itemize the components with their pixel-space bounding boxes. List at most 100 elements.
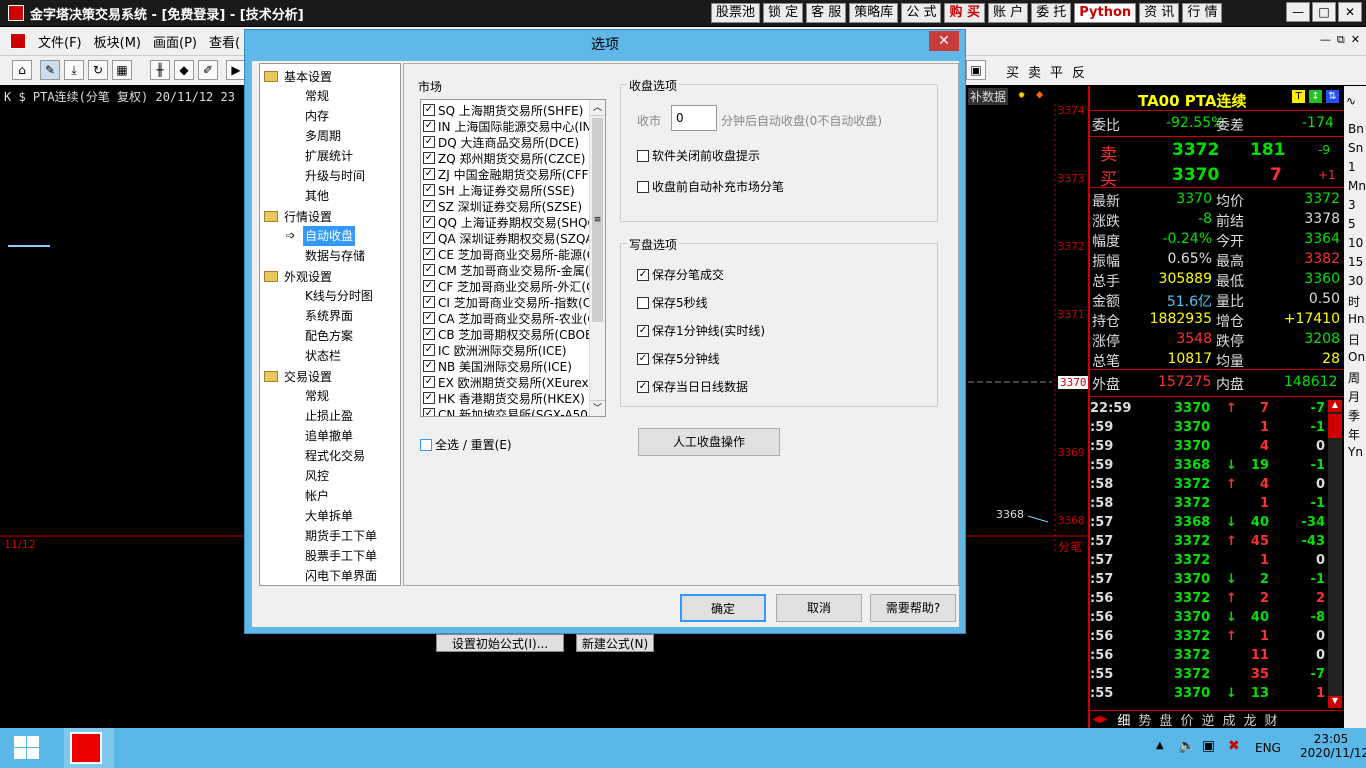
period-button[interactable]: 周 (1348, 369, 1360, 386)
tab-prev-icon[interactable]: ◀▶ (1092, 714, 1107, 725)
tree-item[interactable]: 状态栏 (305, 346, 341, 366)
period-button[interactable]: Bn (1348, 122, 1364, 136)
tree-item[interactable]: 股票手工下单 (305, 546, 377, 566)
grid-icon[interactable]: ▦ (112, 60, 132, 80)
ruler-icon[interactable]: ✎ (40, 60, 60, 80)
tree-item[interactable]: 其他 (305, 186, 329, 206)
top-button[interactable]: 账 户 (987, 3, 1029, 23)
period-button[interactable]: Yn (1348, 445, 1363, 459)
tree-item[interactable]: 帐户 (305, 486, 329, 506)
top-button[interactable]: 委 托 (1031, 3, 1072, 23)
menu-file[interactable]: 文件(F) (32, 32, 88, 51)
volume-icon[interactable]: 🔈 (1178, 738, 1195, 754)
input-language[interactable]: ENG (1255, 741, 1281, 755)
quote-tab[interactable]: 势 (1138, 710, 1151, 729)
tray-expand-icon[interactable]: ▲ (1156, 740, 1164, 751)
market-item[interactable]: ✓ QQ 上海证券期权交易(SHQQ) (423, 214, 602, 230)
tree-group[interactable]: 交易设置 (264, 366, 332, 386)
write-option-checkbox[interactable]: ✓ 保存5分钟线 (637, 350, 720, 367)
close-position-toolbar-button[interactable]: 平 (1050, 62, 1063, 81)
top-button[interactable]: 公 式 (901, 3, 942, 23)
scroll-up-icon[interactable]: ︿ (590, 100, 605, 116)
market-item[interactable]: ✓ DQ 大连商品交易所(DCE) (423, 134, 579, 150)
close-prompt-checkbox[interactable]: 软件关闭前收盘提示 (637, 147, 760, 164)
cancel-button[interactable]: 取消 (776, 594, 862, 622)
tree-item[interactable]: 自动收盘 (303, 226, 356, 246)
market-item[interactable]: ✓ CM 芝加哥商业交易所-金属(CME) (423, 262, 605, 278)
scroll-down-icon[interactable]: ﹀ (590, 400, 605, 416)
market-item[interactable]: ✓ CA 芝加哥商业交易所-农业(CME) (423, 310, 605, 326)
market-item[interactable]: ✓ IN 上海国际能源交易中心(INE) (423, 118, 604, 134)
tree-group[interactable]: 外观设置 (264, 266, 332, 286)
play-icon[interactable]: ▶ (226, 60, 246, 80)
quote-tab[interactable]: 盘 (1159, 710, 1172, 729)
top-button[interactable]: 策略库 (849, 3, 899, 23)
top-button[interactable]: Python (1074, 3, 1137, 23)
sell-row[interactable]: 卖 3372 181 -9 (1092, 139, 1342, 165)
diamond-icon[interactable]: ◆ (174, 60, 194, 80)
market-item[interactable]: ✓ ZJ 中国金融期货交易所(CFFEX) (423, 166, 605, 182)
taskbar-app-button[interactable] (64, 728, 114, 768)
reverse-toolbar-button[interactable]: 反 (1072, 62, 1085, 81)
close-minutes-input[interactable]: 0 (671, 105, 717, 131)
market-item[interactable]: ✓ CN 新加坡交易所(SGX-A50) (423, 406, 593, 416)
tree-item[interactable]: 常规 (305, 386, 329, 406)
tree-item[interactable]: 数据与存储 (305, 246, 365, 266)
market-item[interactable]: ✓ HK 香港期货交易所(HKEX) (423, 390, 585, 406)
menu-screen[interactable]: 画面(P) (147, 32, 203, 51)
alert-icon[interactable]: ◆ (1036, 87, 1043, 101)
updown-icon[interactable]: ⇅ (1326, 90, 1339, 103)
top-button[interactable]: 资 讯 (1139, 3, 1180, 23)
period-button[interactable]: On (1348, 350, 1365, 364)
flag-icon[interactable]: ✖ (1228, 738, 1240, 754)
new-formula-button[interactable]: 新建公式(N) (576, 634, 654, 652)
buy-row[interactable]: 买 3370 7 +1 (1092, 164, 1342, 190)
tree-item[interactable]: 配色方案 (305, 326, 353, 346)
market-item[interactable]: ✓ NB 美国洲际交易所(ICE) (423, 358, 572, 374)
tree-item[interactable]: 扩展统计 (305, 146, 353, 166)
write-option-checkbox[interactable]: 保存5秒线 (637, 294, 708, 311)
refresh-icon[interactable]: ↻ (88, 60, 108, 80)
market-item[interactable]: ✓ IC 欧洲洲际交易所(ICE) (423, 342, 567, 358)
tree-item[interactable]: 追单撤单 (305, 426, 353, 446)
scroll-up-icon[interactable]: ▲ (1328, 400, 1342, 412)
market-item[interactable]: ✓ CE 芝加哥商业交易所-能源(CME) (423, 246, 605, 262)
period-button[interactable]: 年 (1348, 426, 1360, 443)
supplement-data-button[interactable]: 补数据 (968, 88, 1009, 105)
mdi-minimize-button[interactable]: — (1320, 33, 1331, 47)
select-all-checkbox[interactable]: 全选 / 重置(E) (420, 436, 512, 453)
top-button[interactable]: 股票池 (711, 3, 761, 23)
tree-item[interactable]: 止损止盈 (305, 406, 353, 426)
tick-scrollbar[interactable]: ▲ ▼ (1328, 400, 1342, 708)
quote-tab[interactable]: 成 (1222, 710, 1235, 729)
top-button[interactable]: 购 买 (944, 3, 985, 23)
period-button[interactable]: 时 (1348, 293, 1360, 310)
tree-item[interactable]: 风控 (305, 466, 329, 486)
tree-item[interactable]: 内存 (305, 106, 329, 126)
set-initial-formula-button[interactable]: 设置初始公式(I)... (436, 634, 564, 652)
mdi-close-button[interactable]: ✕ (1351, 33, 1360, 47)
candlestick-icon[interactable]: ╫ (150, 60, 170, 80)
minimize-button[interactable]: — (1286, 2, 1310, 22)
scroll-thumb[interactable]: ≡ (592, 118, 603, 322)
network-icon[interactable]: ▣ (1202, 738, 1215, 754)
quote-tab[interactable]: 价 (1180, 710, 1193, 729)
market-list-scrollbar[interactable]: ︿ ≡ ﹀ (589, 100, 605, 416)
tree-item[interactable]: K线与分时图 (305, 286, 373, 306)
top-button[interactable]: 客 服 (806, 3, 847, 23)
layout-icon[interactable]: ▣ (966, 60, 986, 80)
period-button[interactable]: Hn (1348, 312, 1365, 326)
mdi-restore-button[interactable]: ⧉ (1337, 33, 1345, 47)
up-icon[interactable]: ↕ (1309, 90, 1322, 103)
auto-fill-checkbox[interactable]: 收盘前自动补充市场分笔 (637, 178, 784, 195)
tree-item[interactable]: 升级与时间 (305, 166, 365, 186)
period-button[interactable]: 5 (1348, 217, 1356, 231)
chart-type-icon[interactable]: ∿ (1346, 94, 1356, 108)
menu-sector[interactable]: 板块(M) (88, 32, 147, 51)
market-item[interactable]: ✓ SZ 深圳证券交易所(SZSE) (423, 198, 582, 214)
tree-item[interactable]: 系统界面 (305, 306, 353, 326)
settings-icon[interactable]: ✹ (1018, 87, 1025, 101)
t-icon[interactable]: T (1292, 90, 1305, 103)
close-button[interactable]: ✕ (1338, 2, 1362, 22)
maximize-button[interactable]: □ (1312, 2, 1336, 22)
